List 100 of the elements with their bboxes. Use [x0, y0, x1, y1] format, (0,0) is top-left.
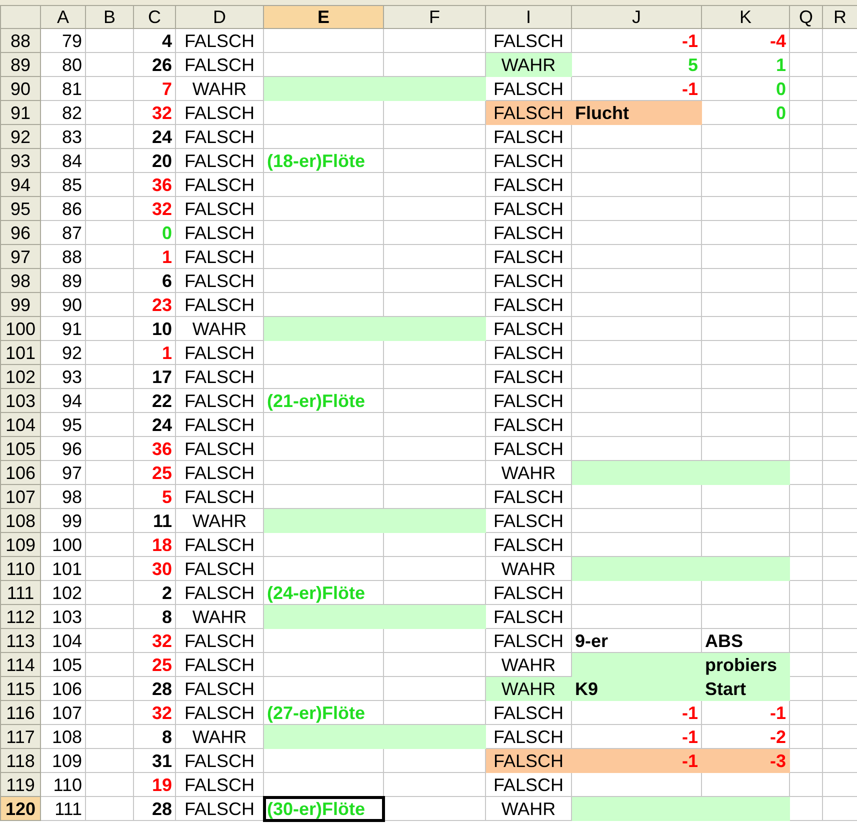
table-cell: FALSCH	[486, 292, 572, 316]
table-cell: 28	[134, 676, 176, 700]
table-cell: 96	[40, 436, 86, 460]
column-header[interactable]: I	[486, 6, 572, 28]
row-header[interactable]: 107	[0, 484, 40, 508]
table-cell: 23	[134, 292, 176, 316]
table-cell: FALSCH	[176, 52, 264, 76]
row-header[interactable]: 96	[0, 220, 40, 244]
row-header[interactable]: 115	[0, 676, 40, 700]
table-cell: FALSCH	[176, 196, 264, 220]
row-header[interactable]: 109	[0, 532, 40, 556]
table-cell: FALSCH	[486, 700, 572, 724]
table-cell: 83	[40, 124, 86, 148]
table-cell: FALSCH	[176, 388, 264, 412]
table-cell: 89	[40, 268, 86, 292]
row-header[interactable]: 93	[0, 148, 40, 172]
row-header[interactable]: 88	[0, 28, 40, 52]
table-cell: 2	[134, 580, 176, 604]
table-cell: 103	[40, 604, 86, 628]
table-cell: 1	[702, 52, 790, 76]
column-header[interactable]: R	[822, 6, 857, 28]
column-header[interactable]: F	[384, 6, 486, 28]
row-header[interactable]: 106	[0, 460, 40, 484]
table-cell: 81	[40, 76, 86, 100]
row-header[interactable]: 99	[0, 292, 40, 316]
row-header[interactable]: 104	[0, 412, 40, 436]
row-header[interactable]: 98	[0, 268, 40, 292]
table-cell: FALSCH	[486, 772, 572, 796]
table-cell: 108	[40, 724, 86, 748]
table-cell: 84	[40, 148, 86, 172]
column-header[interactable]: Q	[790, 6, 822, 28]
table-cell: FALSCH	[486, 388, 572, 412]
row-header[interactable]: 119	[0, 772, 40, 796]
row-header[interactable]: 105	[0, 436, 40, 460]
table-cell: WAHR	[486, 796, 572, 820]
table-cell: FALSCH	[486, 340, 572, 364]
column-header[interactable]: A	[40, 6, 86, 28]
table-cell: FALSCH	[176, 340, 264, 364]
table-cell: FALSCH	[176, 292, 264, 316]
row-header[interactable]: 114	[0, 652, 40, 676]
table-cell: 32	[134, 100, 176, 124]
table-cell: 1	[134, 340, 176, 364]
table-cell: 20	[134, 148, 176, 172]
table-cell: 111	[40, 796, 86, 820]
table-cell: 105	[40, 652, 86, 676]
table-cell: FALSCH	[176, 28, 264, 52]
row-header[interactable]: 102	[0, 364, 40, 388]
row-header[interactable]: 92	[0, 124, 40, 148]
row-header[interactable]: 110	[0, 556, 40, 580]
table-cell: FALSCH	[486, 316, 572, 340]
row-header[interactable]: 95	[0, 196, 40, 220]
table-cell: 1	[134, 244, 176, 268]
row-header[interactable]: 116	[0, 700, 40, 724]
row-header[interactable]: 117	[0, 724, 40, 748]
row-header[interactable]: 103	[0, 388, 40, 412]
column-header[interactable]: B	[86, 6, 134, 28]
row-header[interactable]: 112	[0, 604, 40, 628]
table-cell: 97	[40, 460, 86, 484]
row-header[interactable]: 90	[0, 76, 40, 100]
table-cell: 4	[134, 28, 176, 52]
column-header[interactable]: J	[572, 6, 702, 28]
table-cell: 82	[40, 100, 86, 124]
table-cell: FALSCH	[176, 268, 264, 292]
table-cell: 26	[134, 52, 176, 76]
row-header[interactable]: 120	[0, 796, 40, 820]
table-cell: FALSCH	[486, 124, 572, 148]
table-cell: 32	[134, 628, 176, 652]
table-cell: FALSCH	[486, 436, 572, 460]
row-header[interactable]: 94	[0, 172, 40, 196]
table-cell: FALSCH	[486, 484, 572, 508]
table-cell: 24	[134, 412, 176, 436]
table-cell: -1	[572, 28, 702, 52]
row-header[interactable]: 113	[0, 628, 40, 652]
row-header[interactable]: 100	[0, 316, 40, 340]
row-header[interactable]: 111	[0, 580, 40, 604]
column-header[interactable]: E	[264, 6, 384, 28]
table-cell: FALSCH	[486, 220, 572, 244]
row-header[interactable]: 118	[0, 748, 40, 772]
column-header[interactable]: D	[176, 6, 264, 28]
table-cell: 98	[40, 484, 86, 508]
table-cell: 30	[134, 556, 176, 580]
table-cell: FALSCH	[176, 532, 264, 556]
row-header[interactable]: 101	[0, 340, 40, 364]
table-cell: FALSCH	[176, 124, 264, 148]
column-header[interactable]: C	[134, 6, 176, 28]
table-cell: FALSCH	[486, 172, 572, 196]
table-cell: 102	[40, 580, 86, 604]
row-header[interactable]: 91	[0, 100, 40, 124]
table-cell: 93	[40, 364, 86, 388]
table-cell: 101	[40, 556, 86, 580]
row-header[interactable]: 97	[0, 244, 40, 268]
cell-text: -3	[770, 750, 786, 770]
table-cell: 8	[134, 604, 176, 628]
cell-text: WAHR	[501, 54, 556, 74]
table-cell: 85	[40, 172, 86, 196]
column-header[interactable]: K	[702, 6, 790, 28]
table-cell: 17	[134, 364, 176, 388]
row-header[interactable]: 108	[0, 508, 40, 532]
cell-text: K9	[575, 678, 598, 698]
row-header[interactable]: 89	[0, 52, 40, 76]
